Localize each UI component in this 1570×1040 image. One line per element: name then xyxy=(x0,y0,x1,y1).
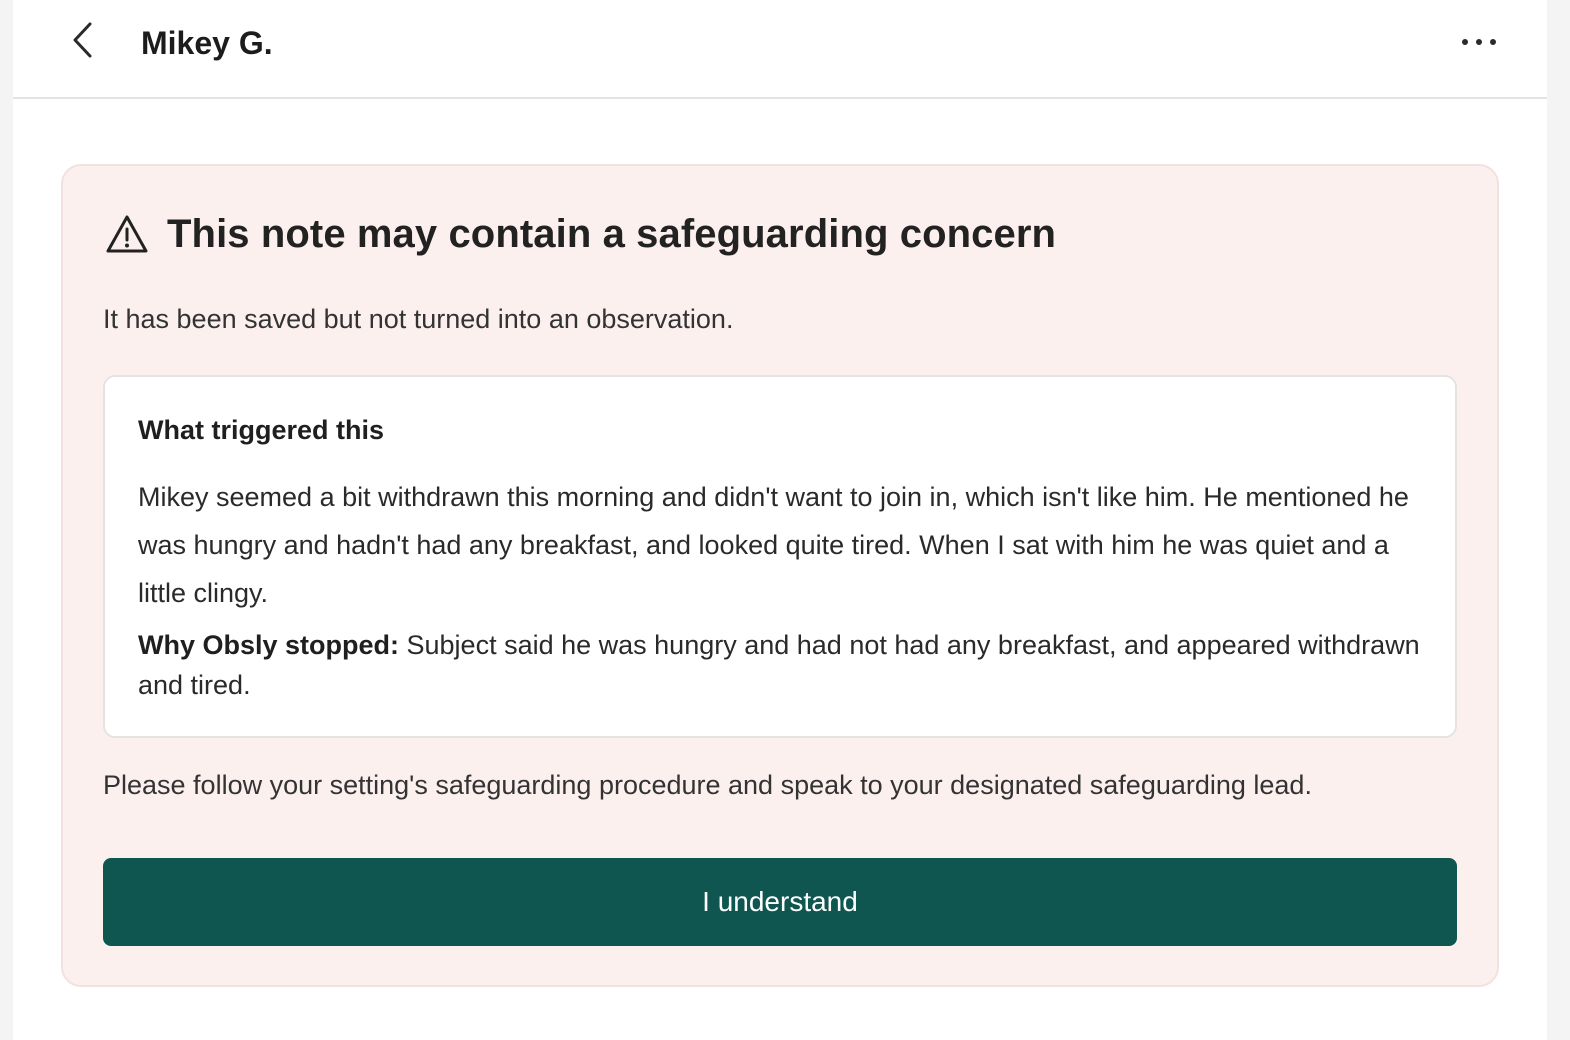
header-bar: Mikey G. xyxy=(13,0,1547,99)
reason-label: Why Obsly stopped: xyxy=(138,630,400,660)
chevron-left-icon xyxy=(70,20,96,65)
app-window: Mikey G. This note may contain a safegua… xyxy=(13,0,1547,1040)
alert-heading: This note may contain a safeguarding con… xyxy=(105,210,1056,258)
trigger-heading: What triggered this xyxy=(138,415,385,445)
alert-subtitle: It has been saved but not turned into an… xyxy=(103,304,734,334)
more-options-button[interactable] xyxy=(1455,22,1503,64)
page-title: Mikey G. xyxy=(141,25,273,61)
trigger-note-text: Mikey seemed a bit withdrawn this mornin… xyxy=(138,482,1409,608)
alert-title: This note may contain a safeguarding con… xyxy=(167,212,1057,256)
safeguarding-alert-card: This note may contain a safeguarding con… xyxy=(61,164,1499,987)
trigger-details-box: What triggered this Mikey seemed a bit w… xyxy=(103,375,1457,738)
i-understand-button[interactable]: I understand xyxy=(103,858,1457,946)
procedure-instructions: Please follow your setting's safeguardin… xyxy=(103,770,1312,800)
warning-triangle-icon xyxy=(105,212,149,256)
trigger-reason: Why Obsly stopped: Subject said he was h… xyxy=(138,625,1428,705)
back-button[interactable] xyxy=(61,20,105,64)
more-horizontal-icon xyxy=(1461,34,1497,52)
